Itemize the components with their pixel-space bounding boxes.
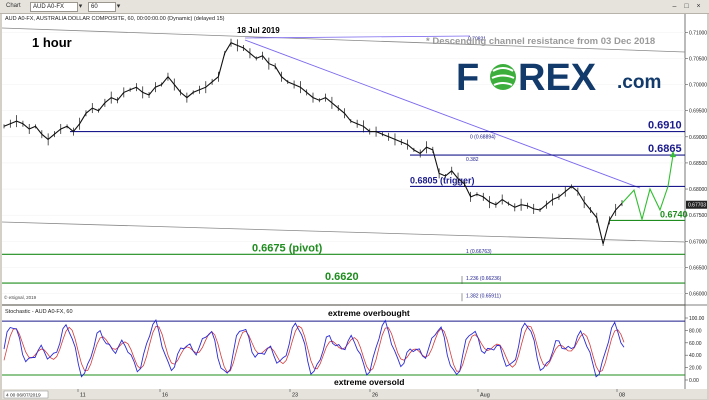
logo-text-f: F — [456, 57, 479, 99]
time-axis-panel — [2, 389, 707, 399]
price-tick-label: 0.68500 — [689, 161, 707, 167]
fib-0-label: 0 (0.68894) — [470, 134, 496, 140]
stochastic-tick-label: 20.00 — [689, 366, 702, 372]
date-box-label: 4 00 06/07/2019 — [6, 393, 41, 399]
fib-0.382-label: 0.382 — [466, 157, 479, 163]
stochastic-title: Stochastic - AUD A0-FX, 60 — [5, 309, 73, 315]
support-0.6740-label: 0.6740 — [660, 209, 688, 219]
price-tick-label: 0.68000 — [689, 187, 707, 193]
time-tick-label: 16 — [162, 393, 168, 399]
logo-text-com: .com — [617, 72, 661, 93]
price-tick-label: 0.69500 — [689, 109, 707, 115]
high-date-annotation: 18 Jul 2019 — [237, 26, 280, 35]
logo-text-rex: REX — [518, 57, 597, 99]
oversold-label: extreme oversold — [334, 377, 404, 387]
channel-note: * Descending channel resistance from 03 … — [426, 36, 655, 47]
chart-window: Chart AUD A0-FX ▾ 60 ▾ – □ × AUD A0-FX, … — [0, 0, 709, 400]
stochastic-tick-label: 80.00 — [689, 328, 702, 334]
resistance-0.6865-label: 0.6865 — [648, 143, 682, 155]
current-price-label: 0.67703 — [688, 203, 706, 209]
fib-1-label: 1 (0.66763) — [466, 249, 492, 255]
support-0.6620-label: 0.6620 — [325, 271, 359, 283]
time-tick-label: 11 — [80, 393, 86, 399]
price-tick-label: 0.66000 — [689, 292, 707, 298]
stochastic-tick-label: 60.00 — [689, 341, 702, 347]
fib-1.382-label: 1.382 (0.65911) — [466, 293, 501, 299]
stochastic-tick-label: 40.00 — [689, 353, 702, 359]
price-tick-label: 0.70500 — [689, 56, 707, 62]
price-tick-label: 0.67500 — [689, 213, 707, 219]
price-tick-label: 0.67000 — [689, 239, 707, 245]
price-tick-label: 0.69000 — [689, 135, 707, 141]
chart-title: AUD A0-FX, AUSTRALIA DOLLAR COMPOSITE, 6… — [5, 16, 225, 22]
time-tick-label: 08 — [619, 393, 625, 399]
stochastic-tick-label: 100.00 — [689, 316, 705, 322]
pivot-0.6675-label: 0.6675 (pivot) — [252, 242, 323, 254]
price-tick-label: 0.66500 — [689, 265, 707, 271]
overbought-label: extreme overbought — [328, 308, 410, 318]
fib-1.236-label: 1.236 (0.66236) — [466, 276, 502, 282]
time-tick-label: 23 — [292, 393, 298, 399]
price-tick-label: 0.71000 — [689, 30, 707, 36]
stochastic-tick-label: 0.00 — [689, 378, 699, 384]
timeframe-label: 1 hour — [32, 35, 72, 50]
time-tick-label: 26 — [372, 393, 378, 399]
price-chart: AUD A0-FX, AUSTRALIA DOLLAR COMPOSITE, 6… — [1, 14, 707, 399]
copyright: © eSignal, 2019 — [4, 294, 37, 300]
time-tick-label: Aug — [480, 393, 490, 399]
resistance-0.6910-label: 0.6910 — [648, 120, 682, 132]
price-tick-label: 0.70000 — [689, 83, 707, 89]
